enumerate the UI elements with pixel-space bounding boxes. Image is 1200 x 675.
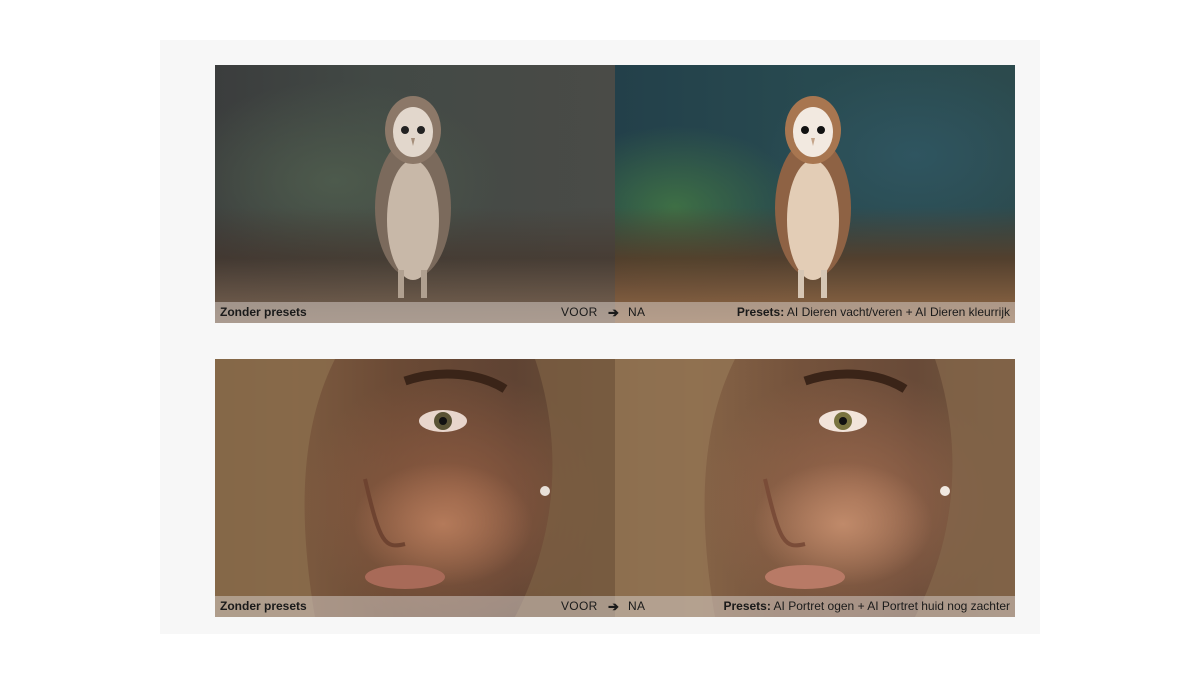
presets-prefix: Presets: [736,305,785,319]
after-label: NA [628,599,646,613]
owl-before-image [215,65,615,323]
presets-list: AI Dieren vacht/veren + AI Dieren kleurr… [784,305,1010,319]
presets-label: Presets: AI Dieren vacht/veren + AI Dier… [737,302,1010,323]
arrow-right-icon: ➔ [608,305,619,320]
presets-prefix: Presets: [723,599,771,613]
owl-figure-enhanced [775,96,851,298]
without-presets-label: Zonder presets [220,599,307,613]
presets-label: Presets: AI Portret ogen + AI Portret hu… [723,596,1010,617]
arrow-right-icon: ➔ [608,599,619,614]
owl-figure [375,96,451,298]
owl-comparison: Zonder presets VOOR ➔ NA Presets: AI Die… [215,65,1015,323]
before-label: VOOR [561,305,598,319]
portrait-caption-bar: Zonder presets VOOR ➔ NA Presets: AI Por… [215,596,1015,617]
portrait-face-enhanced [615,359,1015,617]
after-label: NA [628,305,646,319]
before-label: VOOR [561,599,598,613]
owl-caption-bar: Zonder presets VOOR ➔ NA Presets: AI Die… [215,302,1015,323]
portrait-before-image [215,359,615,617]
portrait-face [215,359,615,617]
comparison-panel: Zonder presets VOOR ➔ NA Presets: AI Die… [160,40,1040,634]
owl-after-image [615,65,1015,323]
without-presets-label: Zonder presets [220,305,307,319]
portrait-comparison: Zonder presets VOOR ➔ NA Presets: AI Por… [215,359,1015,617]
portrait-after-image [615,359,1015,617]
presets-list: AI Portret ogen + AI Portret huid nog za… [770,599,1010,613]
